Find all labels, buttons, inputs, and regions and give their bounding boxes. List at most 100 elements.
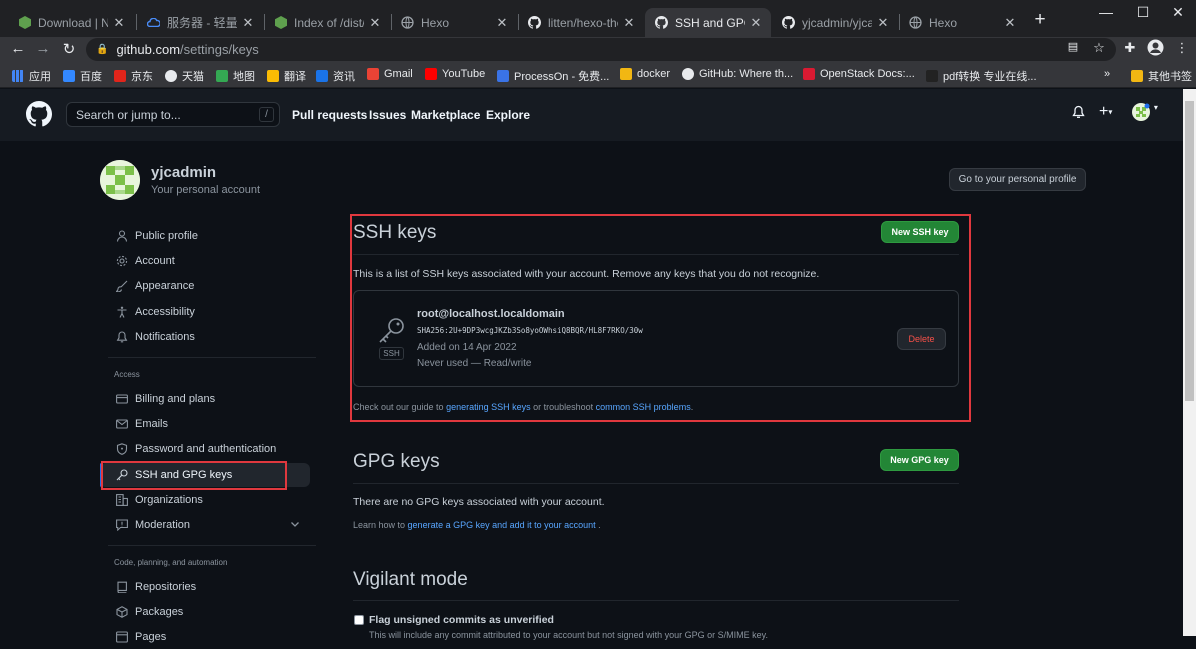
bookmark-apps[interactable]: 应用	[12, 68, 51, 84]
scrollbar-thumb[interactable]	[1185, 101, 1194, 401]
nav-pull-requests[interactable]: Pull requests	[292, 108, 367, 122]
profile-avatar[interactable]	[100, 160, 140, 200]
sidebar-item-accessibility[interactable]: Accessibility	[100, 300, 310, 324]
close-tab-icon[interactable]: ✕	[495, 15, 509, 31]
sidebar-item-organizations[interactable]: Organizations	[100, 488, 310, 512]
close-window-button[interactable]: ✕	[1166, 4, 1190, 21]
browser-tab[interactable]: litten/hexo-theme-yilia ✕	[518, 8, 644, 37]
browser-menu-icon[interactable]: ⋮	[1173, 40, 1191, 56]
github-search-input[interactable]: Search or jump to... /	[66, 102, 280, 127]
close-tab-icon[interactable]: ✕	[241, 15, 255, 31]
bookmark-docker[interactable]: docker	[620, 68, 670, 80]
close-tab-icon[interactable]: ✕	[112, 15, 126, 31]
report-icon	[115, 518, 129, 532]
bookmark-github[interactable]: GitHub: Where th...	[682, 68, 793, 80]
sidebar-item-pages[interactable]: Pages	[100, 625, 310, 649]
reload-icon[interactable]: ↻	[60, 40, 78, 58]
browser-tab[interactable]: Download | Node.js ✕	[8, 8, 134, 37]
go-to-profile-button[interactable]: Go to your personal profile	[949, 168, 1086, 191]
create-new-plus-icon[interactable]: +▾	[1099, 103, 1112, 121]
forward-arrow-icon[interactable]: →	[34, 40, 52, 57]
close-tab-icon[interactable]: ✕	[1003, 15, 1017, 31]
repo-icon	[115, 580, 129, 594]
profile-subtitle: Your personal account	[151, 184, 261, 196]
browser-tab[interactable]: yjcadmin/yjcadmin ✕	[772, 8, 898, 37]
folder-icon	[1131, 70, 1143, 82]
back-arrow-icon[interactable]: ←	[9, 40, 27, 57]
chevron-down-icon[interactable]	[290, 519, 300, 532]
sidebar-item-billing[interactable]: Billing and plans	[100, 387, 310, 411]
browser-tab-active[interactable]: SSH and GPG keys ✕	[645, 8, 771, 37]
bookmark-processon[interactable]: ProcessOn - 免费...	[497, 68, 609, 84]
sidebar-item-notifications[interactable]: Notifications	[100, 325, 310, 349]
browser-tab[interactable]: Hexo ✕	[391, 8, 517, 37]
sidebar-item-emails[interactable]: Emails	[100, 412, 310, 436]
address-bar[interactable]: 🔒 github.com/settings/keys	[86, 38, 1116, 61]
maximize-window-button[interactable]: ☐	[1131, 4, 1155, 21]
bookmark-map[interactable]: 地图	[216, 68, 255, 84]
shield-lock-icon	[115, 442, 129, 456]
bookmark-baidu[interactable]: 百度	[63, 68, 102, 84]
profile-avatar-icon[interactable]	[1146, 39, 1164, 59]
sidebar-item-password-auth[interactable]: Password and authentication	[100, 437, 310, 461]
bookmarks-overflow-chevron-icon[interactable]: »	[1104, 68, 1110, 80]
bookmark-youtube[interactable]: YouTube	[425, 68, 485, 80]
openstack-icon	[803, 68, 815, 80]
github-icon	[682, 68, 694, 80]
sidebar-item-account[interactable]: Account	[100, 249, 310, 273]
sidebar-item-repositories[interactable]: Repositories	[100, 575, 310, 599]
flag-unsigned-commits-checkbox[interactable]	[354, 615, 364, 625]
new-tab-button[interactable]: +	[1030, 9, 1050, 31]
bookmark-tmall[interactable]: 天猫	[165, 68, 204, 84]
sidebar-heading-code: Code, planning, and automation	[114, 558, 228, 567]
vigilant-mode-title: Vigilant mode	[353, 569, 468, 590]
gmail-icon	[367, 68, 379, 80]
github-icon	[782, 16, 795, 29]
bookmark-news[interactable]: 资讯	[316, 68, 355, 84]
search-shortcut-badge: /	[259, 107, 274, 122]
close-tab-icon[interactable]: ✕	[622, 15, 636, 31]
nav-explore[interactable]: Explore	[486, 108, 530, 122]
close-tab-icon[interactable]: ✕	[749, 15, 763, 31]
apps-grid-icon	[12, 70, 24, 82]
package-icon	[115, 605, 129, 619]
sidebar-item-appearance[interactable]: Appearance	[100, 274, 310, 298]
profile-name[interactable]: yjcadmin	[151, 164, 216, 181]
github-header: Search or jump to... / Pull requests Iss…	[0, 89, 1183, 141]
new-gpg-key-button[interactable]: New GPG key	[880, 449, 959, 471]
folder-icon	[620, 68, 632, 80]
flag-unsigned-commits-label[interactable]: Flag unsigned commits as unverified	[369, 614, 554, 626]
bookmark-other[interactable]: 其他书签	[1131, 68, 1192, 84]
bookmark-pdf[interactable]: pdf转换 专业在线...	[926, 68, 1037, 84]
sidebar-heading-access: Access	[114, 370, 140, 379]
sidebar-item-packages[interactable]: Packages	[100, 600, 310, 624]
bookmark-star-icon[interactable]: ☆	[1090, 40, 1108, 56]
nav-issues[interactable]: Issues	[369, 108, 406, 122]
sidebar-item-moderation[interactable]: Moderation	[100, 513, 310, 537]
close-tab-icon[interactable]: ✕	[368, 15, 382, 31]
browser-tab[interactable]: 服务器 - 轻量应用服务器 ✕	[137, 8, 263, 37]
generate-gpg-key-link[interactable]: generate a GPG key and add it to your ac…	[408, 520, 596, 530]
baidu-icon	[63, 70, 75, 82]
extensions-puzzle-icon[interactable]: ✚	[1121, 40, 1139, 56]
bookmark-jd[interactable]: 京东	[114, 68, 153, 84]
github-logo-icon[interactable]	[26, 101, 52, 127]
user-menu-avatar[interactable]: ▾	[1132, 103, 1158, 124]
translate-icon[interactable]: ▤	[1064, 40, 1082, 53]
bookmark-openstack[interactable]: OpenStack Docs:...	[803, 68, 915, 80]
browser-tab[interactable]: Hexo ✕	[899, 8, 1025, 37]
jd-icon	[114, 70, 126, 82]
gpg-empty-text: There are no GPG keys associated with yo…	[353, 496, 605, 508]
browser-icon	[115, 630, 129, 644]
browser-tab[interactable]: Index of /dist/v16 ✕	[264, 8, 390, 37]
lock-icon[interactable]: 🔒	[96, 44, 108, 55]
nav-marketplace[interactable]: Marketplace	[411, 108, 480, 122]
page-scrollbar[interactable]	[1183, 89, 1196, 636]
close-tab-icon[interactable]: ✕	[876, 15, 890, 31]
bookmark-translate[interactable]: 翻译	[267, 68, 306, 84]
gear-icon	[115, 254, 129, 268]
sidebar-item-public-profile[interactable]: Public profile	[100, 224, 310, 248]
bookmark-gmail[interactable]: Gmail	[367, 68, 413, 80]
bell-icon[interactable]	[1072, 105, 1085, 122]
minimize-window-button[interactable]: —	[1094, 4, 1118, 20]
